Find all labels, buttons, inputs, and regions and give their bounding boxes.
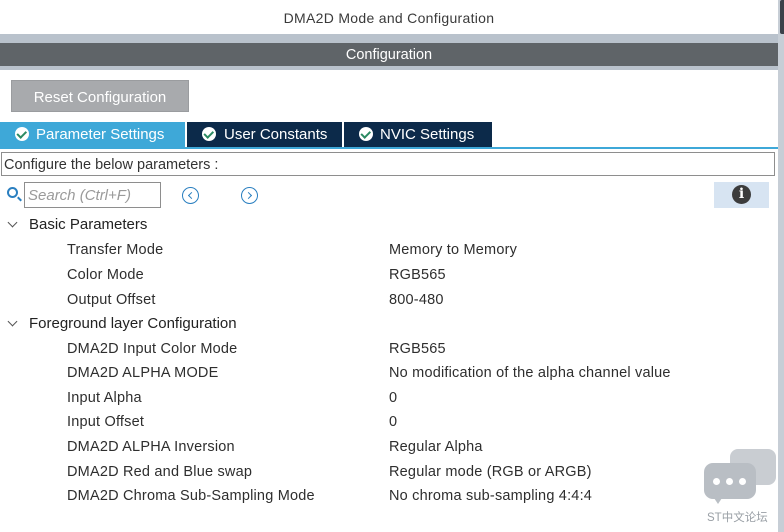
check-circle-icon [202, 127, 216, 141]
param-name: DMA2D ALPHA Inversion [67, 439, 235, 455]
param-row[interactable]: DMA2D Input Color Mode RGB565 [0, 337, 778, 361]
configuration-header: Configuration [0, 43, 778, 66]
tab-parameter-settings[interactable]: Parameter Settings [0, 122, 185, 147]
check-circle-icon [15, 127, 29, 141]
watermark: ST中文论坛 [704, 449, 778, 527]
param-row[interactable]: Input Alpha 0 [0, 386, 778, 410]
param-row[interactable]: Color Mode RGB565 [0, 263, 778, 287]
chevron-left-icon[interactable] [182, 187, 199, 204]
tab-label: User Constants [224, 126, 328, 143]
param-value[interactable]: No chroma sub-sampling 4:4:4 [389, 484, 592, 508]
param-name: DMA2D Red and Blue swap [67, 464, 253, 480]
param-name: DMA2D ALPHA MODE [67, 365, 219, 381]
param-row[interactable]: Input Offset 0 [0, 410, 778, 434]
separator [0, 66, 778, 70]
param-value[interactable]: RGB565 [389, 263, 446, 287]
chevron-down-icon[interactable] [7, 316, 18, 327]
param-row[interactable]: DMA2D ALPHA MODE No modification of the … [0, 361, 778, 385]
param-name: DMA2D Input Color Mode [67, 341, 238, 357]
param-row[interactable]: DMA2D ALPHA Inversion Regular Alpha [0, 435, 778, 459]
search-icon[interactable] [7, 187, 18, 198]
param-row[interactable]: DMA2D Red and Blue swap Regular mode (RG… [0, 460, 778, 484]
info-button[interactable]: i [714, 182, 769, 208]
group-label: Basic Parameters [29, 216, 148, 233]
param-name: Input Alpha [67, 390, 142, 406]
check-circle-icon [359, 127, 373, 141]
param-row[interactable]: Output Offset 800-480 [0, 288, 778, 312]
param-value[interactable]: 800-480 [389, 288, 444, 312]
window-right-edge [778, 0, 784, 532]
scrollbar-thumb[interactable] [780, 0, 784, 34]
watermark-text: ST中文论坛 [707, 512, 768, 524]
group-label: Foreground layer Configuration [29, 315, 237, 332]
instructions-text: Configure the below parameters : [1, 152, 775, 176]
param-row[interactable]: DMA2D Chroma Sub-Sampling Mode No chroma… [0, 484, 778, 508]
reset-configuration-button[interactable]: Reset Configuration [11, 80, 189, 112]
tab-user-constants[interactable]: User Constants [187, 122, 342, 147]
param-name: Color Mode [67, 267, 144, 283]
param-value[interactable]: Regular mode (RGB or ARGB) [389, 460, 592, 484]
window-title: DMA2D Mode and Configuration [0, 0, 778, 34]
param-name: Output Offset [67, 292, 156, 308]
param-value[interactable]: 0 [389, 410, 397, 434]
search-input[interactable] [24, 182, 161, 208]
tab-bar: Parameter Settings User Constants NVIC S… [0, 122, 778, 148]
tab-underline [0, 147, 778, 149]
param-row[interactable]: Transfer Mode Memory to Memory [0, 238, 778, 262]
tab-nvic-settings[interactable]: NVIC Settings [344, 122, 492, 147]
param-value[interactable]: No modification of the alpha channel val… [389, 361, 671, 385]
param-value[interactable]: 0 [389, 386, 397, 410]
param-value[interactable]: Memory to Memory [389, 238, 517, 262]
info-icon: i [732, 185, 751, 204]
separator [0, 34, 778, 43]
chevron-right-icon[interactable] [241, 187, 258, 204]
chat-bubble-icon [704, 463, 756, 504]
param-name: DMA2D Chroma Sub-Sampling Mode [67, 488, 315, 504]
tab-label: NVIC Settings [380, 126, 475, 143]
group-basic-parameters[interactable]: Basic Parameters [0, 213, 300, 237]
param-value[interactable]: Regular Alpha [389, 435, 483, 459]
param-value[interactable]: RGB565 [389, 337, 446, 361]
group-foreground-layer[interactable]: Foreground layer Configuration [0, 312, 300, 336]
param-name: Transfer Mode [67, 242, 164, 258]
tab-label: Parameter Settings [36, 126, 165, 143]
param-name: Input Offset [67, 414, 145, 430]
chevron-down-icon[interactable] [7, 217, 18, 228]
